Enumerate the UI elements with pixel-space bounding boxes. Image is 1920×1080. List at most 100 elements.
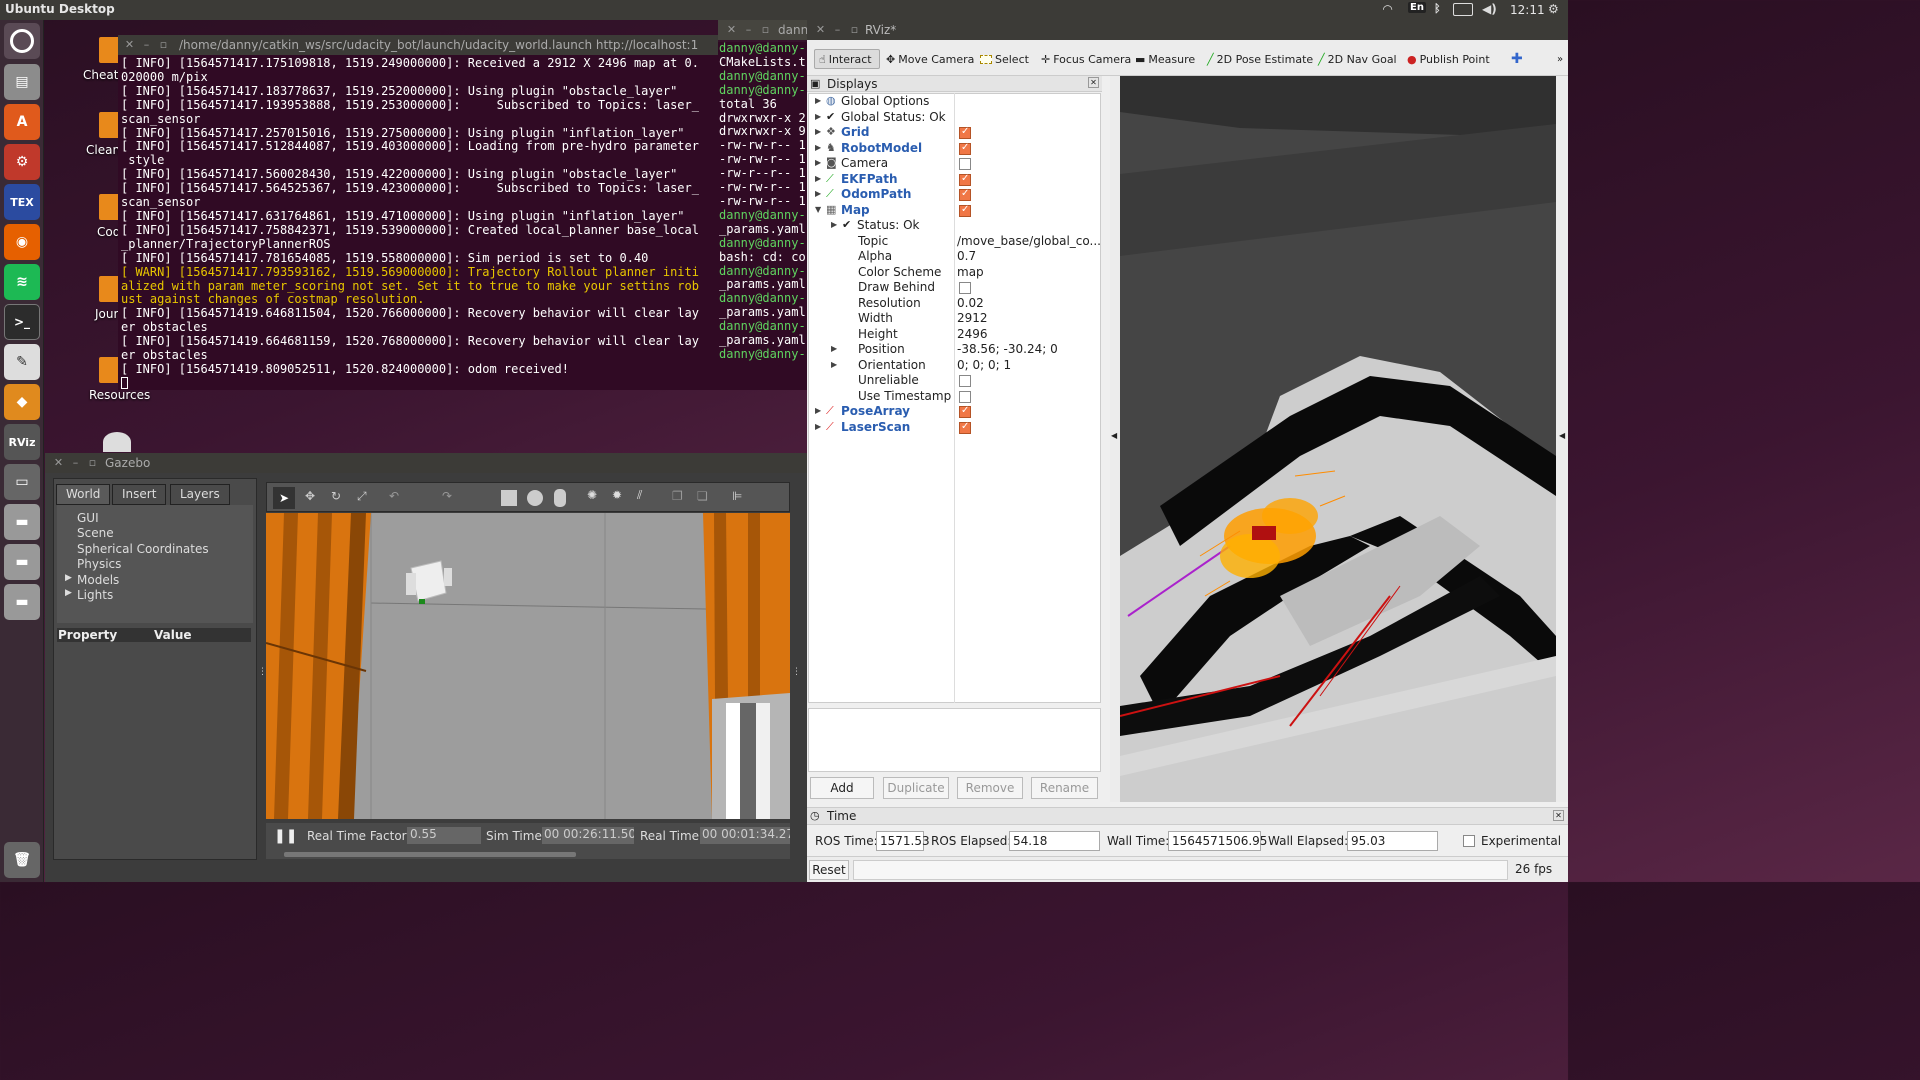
expand-arrow-icon[interactable]: ▶ bbox=[815, 96, 821, 105]
drive-icon-2[interactable]: ▬ bbox=[4, 544, 40, 580]
close-icon[interactable]: ✕ bbox=[815, 24, 826, 35]
directional-light-icon[interactable]: ⫽ bbox=[637, 488, 642, 503]
display-row-global-options[interactable]: ▶ ◍ Global Options bbox=[808, 94, 1101, 110]
tree-item-scene[interactable]: Scene bbox=[77, 526, 114, 540]
tree-item-gui[interactable]: GUI bbox=[77, 511, 99, 525]
display-row-resolution[interactable]: Resolution bbox=[808, 296, 1101, 312]
display-row-grid[interactable]: ▶ ❖ Grid bbox=[808, 125, 1101, 141]
minimize-icon[interactable]: – bbox=[141, 39, 152, 50]
display-row-alpha[interactable]: Alpha bbox=[808, 249, 1101, 265]
wall-time-field[interactable]: 1564571506.95 bbox=[1168, 831, 1267, 851]
tab-layers[interactable]: Layers bbox=[170, 484, 230, 505]
display-row-height[interactable]: Height bbox=[808, 327, 1101, 343]
redo-icon[interactable]: ↷ bbox=[442, 489, 452, 503]
display-row-posearray[interactable]: ▶ ⟋ PoseArray bbox=[808, 404, 1101, 420]
splitter[interactable]: ◀ bbox=[1556, 76, 1568, 802]
expand-arrow-icon[interactable]: ▶ bbox=[831, 360, 837, 369]
display-checkbox[interactable] bbox=[959, 142, 971, 155]
display-row-odompath[interactable]: ▶ ⟋ OdomPath bbox=[808, 187, 1101, 203]
display-value[interactable]: /move_base/global_co... bbox=[957, 234, 1101, 248]
volume-icon[interactable]: ◀) bbox=[1482, 2, 1497, 16]
maximize-icon[interactable]: ▫ bbox=[849, 24, 860, 35]
display-row-status-ok[interactable]: ▶ ✔ Status: Ok bbox=[808, 218, 1101, 234]
tab-insert[interactable]: Insert bbox=[112, 484, 167, 505]
expand-arrow-icon[interactable]: ▶ bbox=[65, 573, 72, 583]
display-value[interactable]: 0.7 bbox=[957, 249, 976, 263]
rviz-icon[interactable]: RViz bbox=[4, 424, 40, 460]
expand-arrow-icon[interactable]: ▶ bbox=[815, 127, 821, 136]
display-checkbox[interactable] bbox=[959, 421, 971, 434]
tool-move-camera[interactable]: ✥ Move Camera bbox=[886, 49, 974, 69]
display-value[interactable]: 0.02 bbox=[957, 296, 984, 310]
expand-arrow-icon[interactable]: ▶ bbox=[65, 588, 72, 598]
translate-icon[interactable]: ✥ bbox=[305, 489, 315, 503]
close-icon[interactable]: ✕ bbox=[124, 39, 135, 50]
close-icon[interactable]: ✕ bbox=[53, 457, 64, 468]
horizontal-scrollbar[interactable] bbox=[284, 852, 576, 857]
display-row-draw-behind[interactable]: Draw Behind bbox=[808, 280, 1101, 296]
battery-icon[interactable] bbox=[1453, 3, 1473, 16]
scale-icon[interactable]: ⤢ bbox=[357, 489, 367, 504]
maximize-icon[interactable]: ▫ bbox=[760, 24, 771, 35]
display-value[interactable]: map bbox=[957, 265, 984, 279]
rotate-icon[interactable]: ↻ bbox=[331, 489, 341, 503]
display-row-camera[interactable]: ▶ ◙ Camera bbox=[808, 156, 1101, 172]
cylinder-shape-icon[interactable] bbox=[554, 489, 566, 507]
ros-time-field[interactable]: 1571.53 bbox=[876, 831, 930, 851]
app-icon[interactable] bbox=[103, 432, 131, 452]
display-checkbox[interactable] bbox=[959, 173, 971, 186]
display-row-width[interactable]: Width bbox=[808, 311, 1101, 327]
drive-icon[interactable]: ▬ bbox=[4, 504, 40, 540]
box-shape-icon[interactable] bbox=[501, 490, 517, 506]
display-row-unreliable[interactable]: Unreliable bbox=[808, 373, 1101, 389]
minimize-icon[interactable]: – bbox=[70, 457, 81, 468]
tree-item-lights[interactable]: Lights bbox=[77, 588, 113, 602]
remove-button[interactable]: Remove bbox=[957, 777, 1023, 799]
add-tool-icon[interactable]: ✚ bbox=[1511, 49, 1523, 69]
tool-publish-point[interactable]: ● Publish Point bbox=[1407, 49, 1490, 69]
tool-2d-nav-goal[interactable]: ╱ 2D Nav Goal bbox=[1318, 49, 1397, 69]
tree-item-spherical[interactable]: Spherical Coordinates bbox=[77, 542, 209, 556]
select-arrow-icon[interactable]: ➤ bbox=[273, 487, 295, 509]
display-checkbox[interactable] bbox=[959, 204, 971, 217]
minimize-icon[interactable]: – bbox=[832, 24, 843, 35]
tool-select[interactable]: Select bbox=[980, 49, 1029, 69]
point-light-icon[interactable]: ✺ bbox=[587, 488, 597, 502]
terminal2-titlebar[interactable]: ✕ – ▫ dann bbox=[718, 20, 808, 40]
tool-measure[interactable]: ▬ Measure bbox=[1135, 49, 1195, 69]
expand-arrow-icon[interactable]: ▶ bbox=[815, 174, 821, 183]
display-row-map[interactable]: ▼ ▦ Map bbox=[808, 203, 1101, 219]
close-icon[interactable]: ✕ bbox=[1088, 77, 1099, 88]
splitter-handle[interactable]: ⋮ bbox=[792, 667, 801, 677]
display-checkbox[interactable] bbox=[959, 282, 971, 294]
tab-world[interactable]: World bbox=[56, 484, 111, 505]
display-checkbox[interactable] bbox=[959, 158, 971, 170]
display-row-robotmodel[interactable]: ▶ ♞ RobotModel bbox=[808, 141, 1101, 157]
rename-button[interactable]: Rename bbox=[1031, 777, 1098, 799]
tool-interact[interactable]: ☝ Interact bbox=[814, 49, 880, 69]
display-row-orientation[interactable]: ▶ Orientation bbox=[808, 358, 1101, 374]
experimental-checkbox[interactable] bbox=[1463, 835, 1475, 847]
files-icon[interactable]: ▤ bbox=[4, 64, 40, 100]
tree-item-models[interactable]: Models bbox=[77, 573, 119, 587]
software-center-icon[interactable]: A bbox=[4, 104, 40, 140]
wall-elapsed-field[interactable]: 95.03 bbox=[1347, 831, 1438, 851]
expand-arrow-icon[interactable]: ▶ bbox=[815, 422, 821, 431]
copy-icon[interactable]: ❐ bbox=[672, 489, 683, 503]
clock[interactable]: 12:11 bbox=[1510, 3, 1545, 17]
terminal-output[interactable]: [ INFO] [1564571417.175109818, 1519.2490… bbox=[118, 55, 718, 390]
terminal-titlebar[interactable]: ✕ – ▫ /home/danny/catkin_ws/src/udacity_… bbox=[118, 35, 718, 55]
minimize-icon[interactable]: – bbox=[743, 24, 754, 35]
display-checkbox[interactable] bbox=[959, 390, 971, 403]
expand-arrow-icon[interactable]: ▶ bbox=[815, 189, 821, 198]
display-value[interactable]: 2496 bbox=[957, 327, 988, 341]
dash-icon[interactable] bbox=[4, 23, 40, 59]
display-row-color-scheme[interactable]: Color Scheme bbox=[808, 265, 1101, 281]
display-value[interactable]: -38.56; -30.24; 0 bbox=[957, 342, 1058, 356]
expand-arrow-icon[interactable]: ▶ bbox=[831, 220, 837, 229]
settings-icon[interactable]: ⚙ bbox=[4, 144, 40, 180]
maximize-icon[interactable]: ▫ bbox=[158, 39, 169, 50]
ros-elapsed-field[interactable]: 54.18 bbox=[1009, 831, 1100, 851]
texmaker-icon[interactable]: TEX bbox=[4, 184, 40, 220]
undo-icon[interactable]: ↶ bbox=[389, 489, 399, 503]
